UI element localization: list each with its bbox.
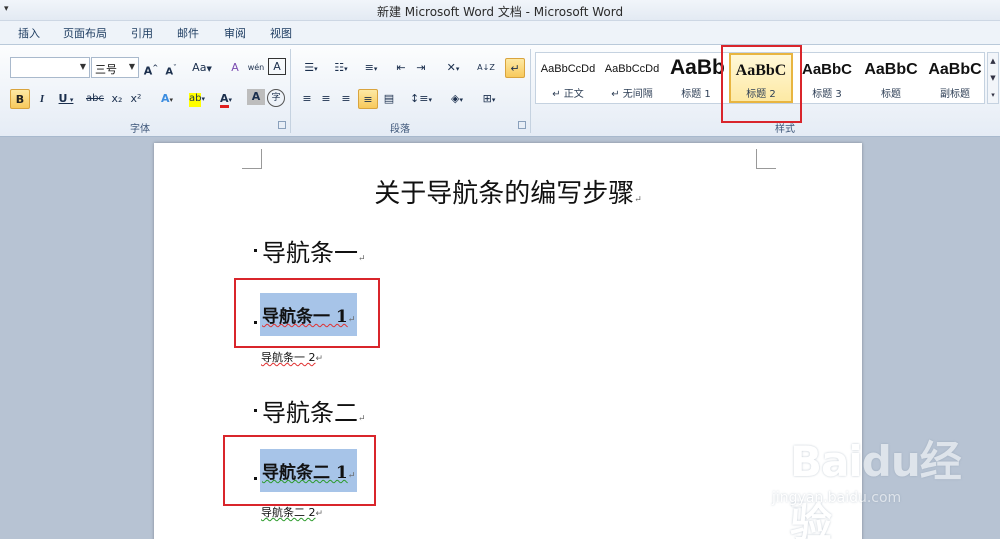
title-bar: ▾ 新建 Microsoft Word 文档 - Microsoft Word <box>0 0 1000 21</box>
superscript-button[interactable]: x² <box>127 89 145 109</box>
increase-indent-button[interactable]: ⇥ <box>412 58 430 78</box>
clear-format-button[interactable]: A <box>226 58 244 78</box>
bullets-button[interactable]: ☰▾ <box>298 58 324 78</box>
shading-button[interactable]: ◈▾ <box>444 89 470 109</box>
align-left-button[interactable]: ≡ <box>298 89 316 109</box>
style-heading-3[interactable]: AaBbC 标题 3 <box>795 53 859 103</box>
style-heading-1[interactable]: AaBb 标题 1 <box>664 53 728 103</box>
annotation-box-style <box>721 45 802 123</box>
chinese-layout-button[interactable]: ✕▾ <box>440 58 466 78</box>
italic-button[interactable]: I <box>33 89 51 109</box>
chevron-down-icon: ▼ <box>79 62 86 71</box>
align-right-button[interactable]: ≡ <box>337 89 355 109</box>
document-title: 关于导航条的编写步骤↵ <box>374 179 642 209</box>
tab-view[interactable]: 视图 <box>270 25 292 41</box>
phonetic-guide-button[interactable]: wén <box>247 58 265 78</box>
tab-mailings[interactable]: 邮件 <box>177 25 199 41</box>
paragraph-dialog-launcher-icon[interactable] <box>518 121 526 129</box>
line-spacing-button[interactable]: ↕≡▾ <box>408 89 434 109</box>
grow-font-button[interactable]: A^ <box>142 58 160 78</box>
bold-button[interactable]: B <box>10 89 30 109</box>
body-text-a: 导航条一 2↵ <box>261 351 324 364</box>
paragraph-group-label: 段落 <box>390 124 410 135</box>
font-name-combo[interactable]: ▼ <box>10 57 90 78</box>
margin-corner <box>242 149 262 169</box>
sort-button[interactable]: A↓Z <box>476 58 496 78</box>
justify-button[interactable]: ≡ <box>358 89 378 109</box>
margin-corner <box>756 149 776 169</box>
style-subtitle[interactable]: AaBbC 副标题 <box>923 53 987 103</box>
shrink-font-button[interactable]: Aˇ <box>162 58 180 78</box>
text-effect-button[interactable]: A▾ <box>155 89 179 109</box>
character-border-button[interactable]: A <box>268 58 286 75</box>
numbering-button[interactable]: ☷▾ <box>328 58 354 78</box>
character-shading-button[interactable]: A <box>247 89 265 105</box>
show-marks-button[interactable]: ↵ <box>505 58 525 78</box>
group-divider <box>530 49 531 133</box>
subscript-button[interactable]: x₂ <box>108 89 126 109</box>
font-color-button[interactable]: A▾ <box>214 89 238 109</box>
strikethrough-button[interactable]: abc <box>84 89 106 109</box>
heading-marker <box>254 249 257 252</box>
heading1-a: 导航条一↵ <box>262 239 366 267</box>
style-no-spacing[interactable]: AaBbCcDd ↵ 无间隔 <box>600 53 664 103</box>
baidu-logo: Baidu经验 <box>790 437 962 539</box>
highlight-button[interactable]: ab▾ <box>183 89 211 109</box>
style-normal[interactable]: AaBbCcDd ↵ 正文 <box>536 53 600 103</box>
change-case-button[interactable]: Aa▼ <box>190 58 214 78</box>
font-dialog-launcher-icon[interactable] <box>278 121 286 129</box>
tab-insert[interactable]: 插入 <box>18 25 40 41</box>
tab-page-layout[interactable]: 页面布局 <box>63 25 107 41</box>
heading1-b: 导航条二↵ <box>262 399 366 427</box>
group-divider <box>290 49 291 133</box>
borders-button[interactable]: ⊞▾ <box>476 89 502 109</box>
gallery-scroll[interactable]: ▲ ▼ ▾ <box>987 52 999 104</box>
underline-button[interactable]: U ▾ <box>54 89 78 109</box>
style-title[interactable]: AaBbC 标题 <box>859 53 923 103</box>
distribute-button[interactable]: ▤ <box>380 89 398 109</box>
annotation-box-heading-a <box>234 278 380 348</box>
watermark: Baidu经验 jingyan.baidu.com <box>760 428 990 539</box>
watermark-url: jingyan.baidu.com <box>772 490 902 506</box>
body-text-b: 导航条二 2↵ <box>261 506 324 519</box>
window-title: 新建 Microsoft Word 文档 - Microsoft Word <box>376 5 624 19</box>
tab-references[interactable]: 引用 <box>131 25 153 41</box>
decrease-indent-button[interactable]: ⇤ <box>392 58 410 78</box>
multilevel-list-button[interactable]: ≡▾ <box>358 58 384 78</box>
chevron-down-icon: ▼ <box>128 62 135 71</box>
ribbon-tabs: 插入 页面布局 引用 邮件 审阅 视图 <box>0 21 1000 45</box>
align-center-button[interactable]: ≡ <box>317 89 335 109</box>
heading-marker <box>254 409 257 412</box>
annotation-box-heading-b <box>223 435 376 506</box>
enclose-character-button[interactable]: 字 <box>267 89 285 107</box>
tab-review[interactable]: 审阅 <box>224 25 246 41</box>
font-group-label: 字体 <box>130 124 150 135</box>
font-size-combo[interactable]: 三号 ▼ <box>91 57 139 78</box>
